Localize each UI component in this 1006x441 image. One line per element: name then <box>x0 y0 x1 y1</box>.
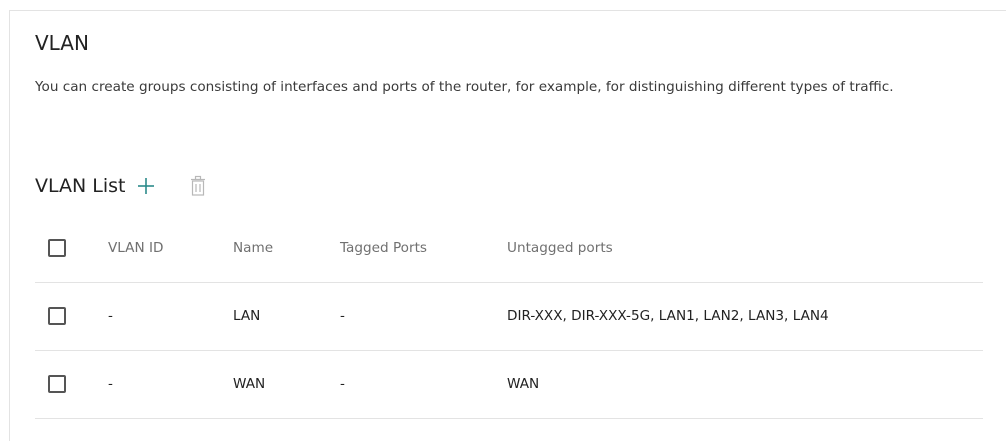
untagged-ports-cell: WAN <box>507 376 540 392</box>
add-vlan-button[interactable] <box>133 173 159 199</box>
page-description: You can create groups consisting of inte… <box>35 79 894 95</box>
vlan-list-title: VLAN List <box>35 175 126 197</box>
vlan-id-cell: - <box>108 376 113 392</box>
table-row[interactable]: - LAN - DIR-XXX, DIR-XXX-5G, LAN1, LAN2,… <box>35 283 983 351</box>
select-all-checkbox[interactable] <box>48 239 66 257</box>
column-header-name[interactable]: Name <box>233 215 273 282</box>
column-header-tagged-ports[interactable]: Tagged Ports <box>340 215 427 282</box>
tagged-ports-cell: - <box>340 308 345 324</box>
column-header-untagged-ports[interactable]: Untagged ports <box>507 215 613 282</box>
tagged-ports-cell: - <box>340 376 345 392</box>
table-header-row: VLAN ID Name Tagged Ports Untagged ports <box>35 215 983 283</box>
row-checkbox[interactable] <box>48 307 66 325</box>
untagged-ports-cell: DIR-XXX, DIR-XXX-5G, LAN1, LAN2, LAN3, L… <box>507 308 829 324</box>
trash-icon <box>191 175 206 196</box>
name-cell: LAN <box>233 308 261 324</box>
vlan-list-header: VLAN List <box>35 172 211 200</box>
plus-icon <box>138 178 155 194</box>
name-cell: WAN <box>233 376 266 392</box>
row-checkbox[interactable] <box>48 375 66 393</box>
delete-vlan-button[interactable] <box>185 173 211 199</box>
page-title: VLAN <box>35 31 89 55</box>
vlan-id-cell: - <box>108 308 113 324</box>
vlan-table: VLAN ID Name Tagged Ports Untagged ports… <box>35 215 983 419</box>
column-header-vlan-id[interactable]: VLAN ID <box>108 215 163 282</box>
table-row[interactable]: - WAN - WAN <box>35 351 983 419</box>
